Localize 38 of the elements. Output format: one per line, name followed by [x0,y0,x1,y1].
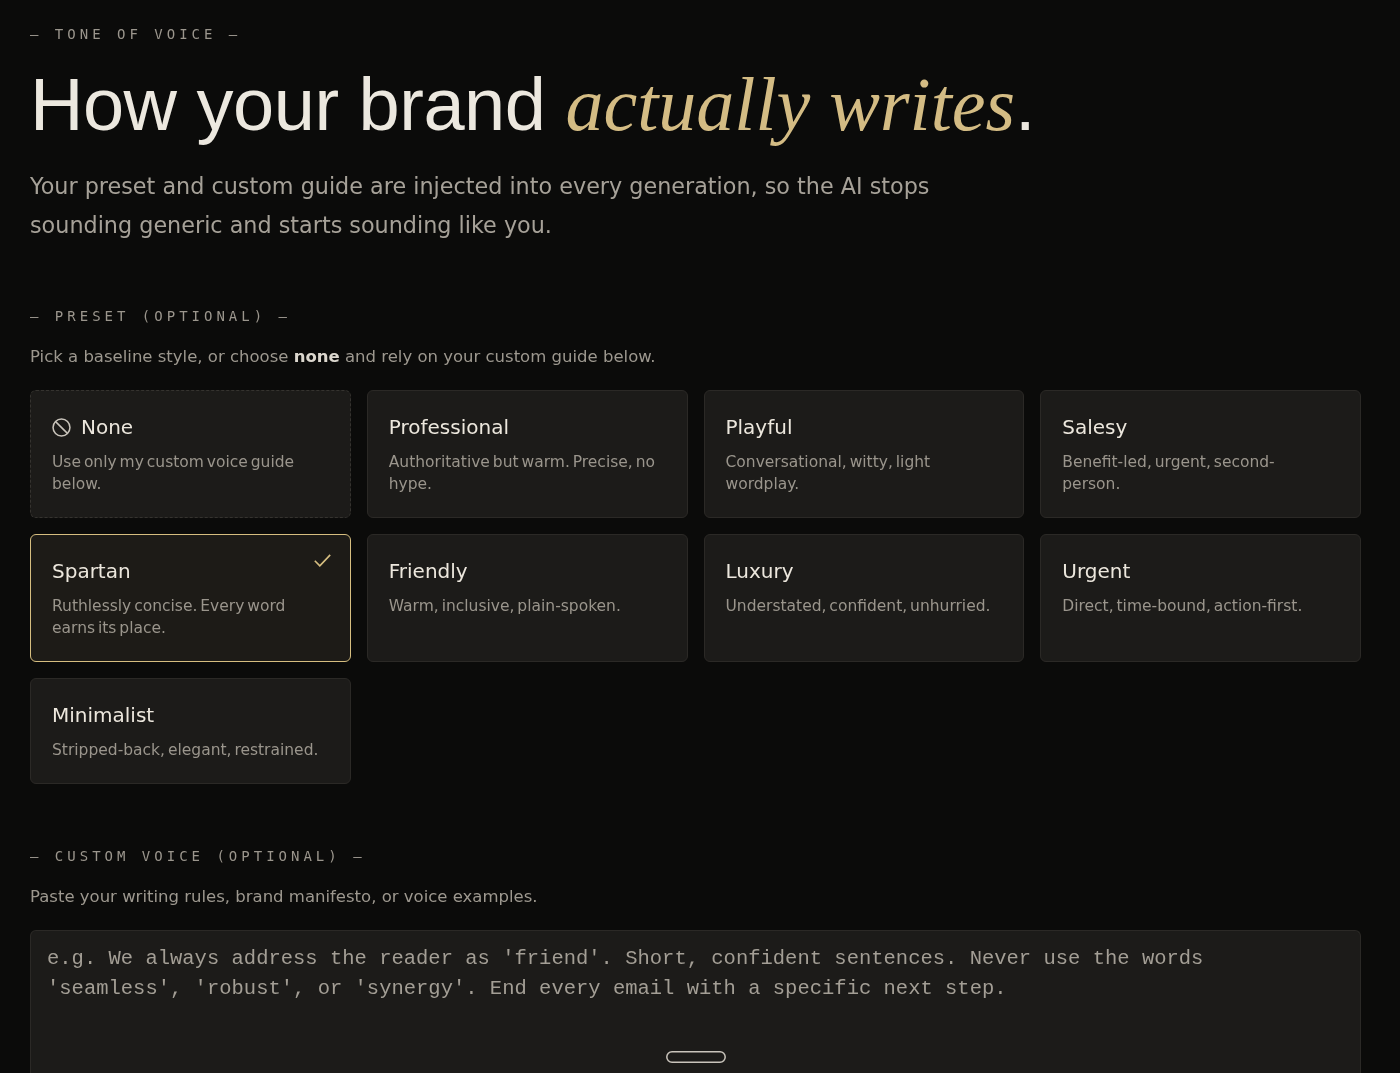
preset-title: Luxury [725,558,794,584]
preset-description: Authoritative but warm. Precise, no hype. [388,452,656,495]
preset-card[interactable]: Urgent Direct, time-bound, action-first. [1040,534,1361,662]
section-label: — PRESET (OPTIONAL) — [30,307,291,326]
section-hint: Pick a baseline style, or choose none and rely on your custom guide below. [30,346,656,368]
preset-title: Urgent [1062,558,1131,584]
section-label: — CUSTOM VOICE (OPTIONAL) — [30,847,366,866]
preset-title: None [81,414,134,440]
section-eyebrow: — TONE OF VOICE — [30,25,242,44]
preset-title: Salesy [1062,414,1128,440]
preset-description: Direct, time-bound, action-first. [1062,596,1303,617]
preset-title: Friendly [388,558,468,584]
section-hint: Paste your writing rules, brand manifesto, or voice examples. [30,886,538,908]
intro-text: Your preset and custom guide are injected into every generation, so the AI stops sounding generic and starts sounding like you. [30,172,931,240]
preset-card[interactable]: Professional Authoritative but warm. Precise, no hype. [366,390,688,518]
preset-title: Spartan [52,558,131,584]
preset-description: Understated, confident, unhurried. [725,596,991,617]
preset-title: Professional [388,414,509,440]
preset-description: Conversational, witty, light wordplay. [725,452,932,495]
preset-card[interactable]: Minimalist Stripped-back, elegant, restrained. [30,678,351,784]
prohibited-icon [52,417,71,437]
page-heading: How your brand actually writes. [30,61,1036,148]
preset-card[interactable]: Friendly Warm, inclusive, plain-spoken. [366,534,688,662]
preset-description: Ruthlessly concise. Every word earns its place. [52,596,287,639]
preset-card[interactable]: Luxury Understated, confident, unhurried. [703,534,1025,662]
preset-description: Use only my custom voice guide below. [52,452,296,495]
preset-description: Stripped-back, elegant, restrained. [52,740,319,761]
preset-card[interactable]: Playful Conversational, witty, light wordplay. [703,390,1025,518]
check-icon [313,554,331,567]
preset-title: Minimalist [52,702,155,728]
preset-card[interactable]: Spartan Ruthlessly concise. Every word earns its place. [30,534,351,662]
preset-description: Benefit-led, urgent, second-person. [1062,452,1276,495]
preset-card[interactable]: None Use only my custom voice guide below. [30,390,351,518]
voice-guide-field[interactable]: e.g. We always address the reader as 'friend'. Short, confident sentences. Never use the words 'seamless', 'robust', or 'synergy'. End every email with a specific next step. [30,930,1361,1073]
pill-handle-icon[interactable] [665,1051,726,1063]
preset-title: Playful [725,414,793,440]
preset-card[interactable]: Salesy Benefit-led, urgent, second-person. [1040,390,1361,518]
preset-description: Warm, inclusive, plain-spoken. [388,596,621,617]
